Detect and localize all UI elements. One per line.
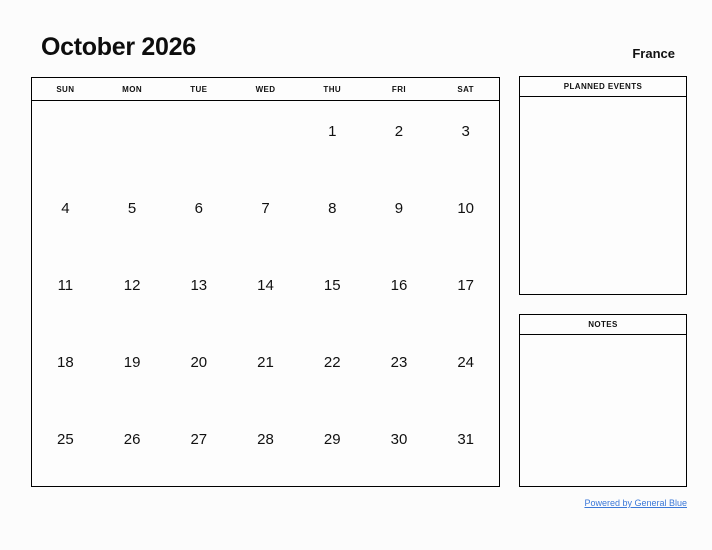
weekday-header-mon: MON: [122, 84, 143, 94]
day-number: 1: [328, 123, 337, 140]
weekday-header-sun: SUN: [56, 84, 75, 94]
day-number: 22: [323, 354, 341, 371]
day-number: 25: [57, 431, 74, 448]
calendar-week-row: 18 19 20 21 22 23 24: [32, 332, 499, 409]
day-cell[interactable]: 24: [432, 332, 499, 409]
day-cell[interactable]: 4: [32, 178, 99, 255]
planned-events-body[interactable]: [520, 97, 686, 294]
day-cell[interactable]: [165, 101, 232, 178]
day-cell[interactable]: 25: [32, 409, 99, 486]
calendar-week-row: 1 2 3: [32, 101, 499, 178]
day-number: 9: [394, 200, 404, 217]
day-number: 7: [261, 200, 270, 217]
day-cell[interactable]: [232, 101, 299, 178]
day-number: 28: [257, 431, 274, 448]
day-cell[interactable]: 9: [366, 178, 433, 255]
day-cell[interactable]: 12: [99, 255, 166, 332]
day-cell[interactable]: 13: [165, 255, 232, 332]
day-cell[interactable]: 27: [165, 409, 232, 486]
calendar-week-row: 11 12 13 14 15 16 17: [32, 255, 499, 332]
day-number: 3: [461, 123, 470, 140]
day-cell[interactable]: [32, 101, 99, 178]
weekday-header-fri: FRI: [391, 84, 406, 94]
day-number: 12: [123, 277, 141, 294]
day-cell[interactable]: 22: [299, 332, 366, 409]
day-cell[interactable]: 20: [165, 332, 232, 409]
day-cell[interactable]: 3: [432, 101, 499, 178]
calendar-grid: SUN MON TUE WED THU FRI SAT 1 2 3 4 5 6 …: [31, 77, 500, 487]
day-number: 19: [123, 354, 141, 371]
day-cell[interactable]: 23: [366, 332, 433, 409]
day-number: 31: [457, 431, 475, 448]
day-cell[interactable]: 11: [32, 255, 99, 332]
day-cell[interactable]: 21: [232, 332, 299, 409]
calendar-week-row: 4 5 6 7 8 9 10: [32, 178, 499, 255]
weekday-header-wed: WED: [255, 84, 276, 94]
day-cell[interactable]: 10: [432, 178, 499, 255]
weekday-header-row: SUN MON TUE WED THU FRI SAT: [32, 78, 499, 101]
day-number: 11: [57, 277, 74, 294]
day-number: 23: [390, 354, 408, 371]
planned-events-title: PLANNED EVENTS: [520, 77, 686, 97]
day-cell[interactable]: 6: [165, 178, 232, 255]
day-number: 16: [390, 277, 408, 294]
day-number: 18: [57, 354, 74, 371]
weekday-header-thu: THU: [323, 84, 342, 94]
day-number: 6: [194, 200, 203, 217]
planned-events-panel: PLANNED EVENTS: [519, 76, 687, 295]
day-number: 20: [190, 354, 208, 371]
day-number: 27: [190, 431, 208, 448]
day-number: 2: [394, 123, 404, 140]
day-cell[interactable]: 16: [366, 255, 433, 332]
day-cell[interactable]: 19: [99, 332, 166, 409]
day-cell[interactable]: 28: [232, 409, 299, 486]
notes-body[interactable]: [520, 335, 686, 486]
day-number: 21: [257, 354, 274, 371]
day-number: 30: [390, 431, 408, 448]
notes-title: NOTES: [520, 315, 686, 335]
day-cell[interactable]: 2: [366, 101, 433, 178]
day-number: 10: [457, 200, 475, 217]
day-cell[interactable]: 8: [299, 178, 366, 255]
weekday-header-sat: SAT: [457, 84, 474, 94]
day-number: 17: [457, 277, 475, 294]
day-number: 5: [127, 200, 137, 217]
day-number: 4: [61, 200, 70, 217]
day-cell[interactable]: 26: [99, 409, 166, 486]
day-number: 8: [328, 200, 337, 217]
day-cell[interactable]: 17: [432, 255, 499, 332]
day-cell[interactable]: 14: [232, 255, 299, 332]
day-cell[interactable]: 30: [366, 409, 433, 486]
day-number: 24: [457, 354, 475, 371]
day-cell[interactable]: 18: [32, 332, 99, 409]
notes-panel: NOTES: [519, 314, 687, 487]
page-title: October 2026: [41, 33, 196, 61]
day-cell[interactable]: 5: [99, 178, 166, 255]
day-number: 29: [323, 431, 341, 448]
day-number: 14: [257, 277, 274, 294]
day-cell[interactable]: 1: [299, 101, 366, 178]
region-label: France: [632, 46, 675, 61]
calendar-week-row: 25 26 27 28 29 30 31: [32, 409, 499, 486]
calendar-weeks: 1 2 3 4 5 6 7 8 9 10 11 12 13 14 15 16 1…: [32, 101, 499, 486]
day-cell[interactable]: 29: [299, 409, 366, 486]
day-cell[interactable]: 31: [432, 409, 499, 486]
day-cell[interactable]: [99, 101, 166, 178]
day-number: 15: [323, 277, 341, 294]
day-number: 13: [190, 277, 208, 294]
weekday-header-tue: TUE: [190, 84, 208, 94]
day-cell[interactable]: 7: [232, 178, 299, 255]
powered-by-link[interactable]: Powered by General Blue: [584, 498, 687, 509]
day-number: 26: [123, 431, 141, 448]
day-cell[interactable]: 15: [299, 255, 366, 332]
